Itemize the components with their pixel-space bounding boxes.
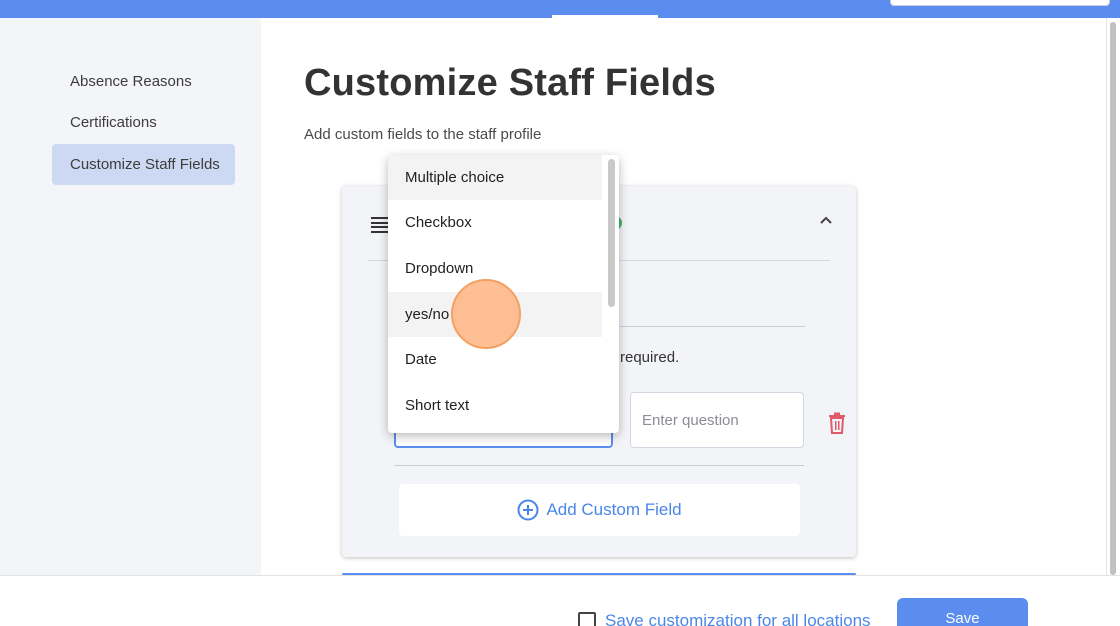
save-all-locations-option[interactable]: Save customization for all locations (578, 611, 871, 626)
add-custom-field-label: Add Custom Field (546, 500, 682, 519)
option-multiple-choice[interactable]: Multiple choice (388, 155, 602, 200)
question-input[interactable] (630, 392, 804, 448)
dropdown-scrollbar-thumb[interactable] (608, 159, 615, 307)
save-all-locations-checkbox[interactable] (578, 612, 596, 626)
sidebar-item-certifications[interactable]: Certifications (52, 102, 235, 143)
settings-sidebar: Absence Reasons Certifications Customize… (0, 18, 261, 575)
option-checkbox[interactable]: Checkbox (388, 200, 602, 245)
click-indicator (451, 279, 521, 349)
field-underline (620, 326, 805, 327)
page-scrollbar[interactable] (1106, 18, 1120, 575)
drag-handle-icon[interactable] (371, 217, 389, 233)
sidebar-item-customize-staff-fields[interactable]: Customize Staff Fields (52, 144, 235, 185)
top-search-field[interactable] (890, 0, 1110, 6)
option-short-text[interactable]: Short text (388, 383, 602, 428)
top-nav-bar (0, 0, 1120, 18)
chevron-up-icon[interactable] (817, 212, 835, 230)
row-divider (394, 465, 804, 466)
save-button[interactable]: Save (897, 598, 1028, 626)
add-custom-field-button[interactable]: Add Custom Field (399, 484, 800, 536)
save-all-locations-label[interactable]: Save customization for all locations (605, 611, 871, 626)
page-title: Customize Staff Fields (304, 62, 716, 104)
page-scrollbar-thumb[interactable] (1110, 22, 1116, 575)
page-subtitle: Add custom fields to the staff profile (304, 126, 542, 143)
sidebar-item-absence-reasons[interactable]: Absence Reasons (52, 61, 235, 102)
footer-bar: Save customization for all locations Sav… (0, 575, 1120, 626)
trash-icon[interactable] (828, 412, 846, 434)
plus-circle-icon (517, 499, 539, 521)
required-label: required. (620, 349, 680, 366)
